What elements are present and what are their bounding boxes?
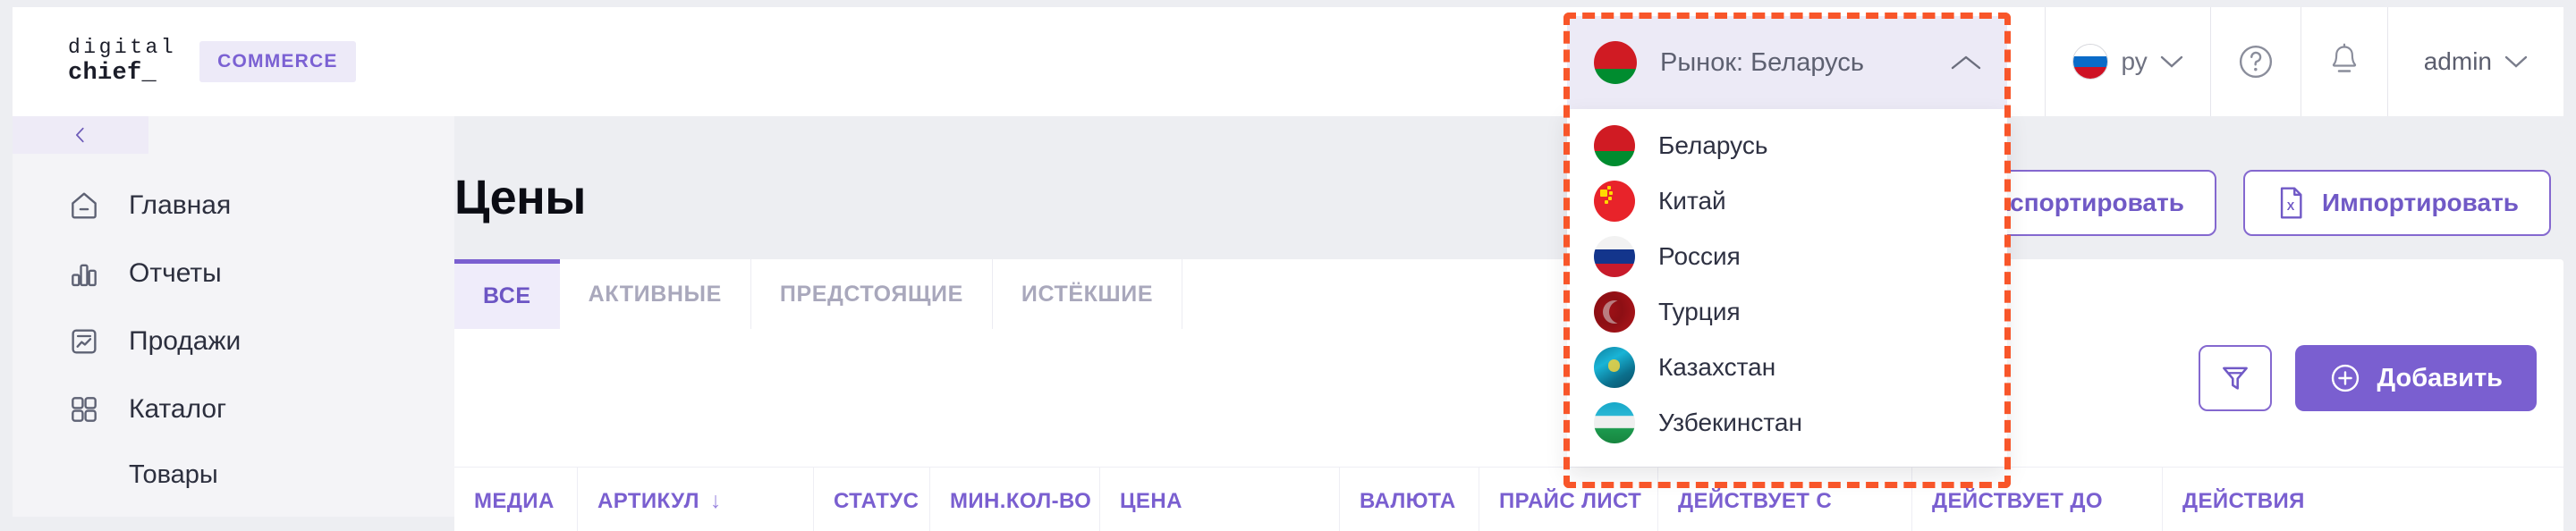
flag-russia-icon bbox=[2072, 44, 2109, 80]
application-window: digital chief_ COMMERCE ру admin Главная… bbox=[0, 0, 2576, 531]
flag-russia-icon bbox=[1594, 236, 1635, 277]
sidebar-item-label: Продажи bbox=[129, 326, 242, 356]
market-option-label: Турция bbox=[1658, 298, 1741, 325]
market-option-label: Узбекинстан bbox=[1658, 409, 1802, 436]
bar-chart-icon bbox=[66, 256, 102, 291]
column-header-price[interactable]: ЦЕНА bbox=[1100, 468, 1340, 531]
header-right-controls: ру admin bbox=[2045, 7, 2563, 116]
column-header-actions[interactable]: ДЕЙСТВИЯ bbox=[2163, 468, 2325, 531]
column-header-min-qty[interactable]: МИН.КОЛ-ВО bbox=[930, 468, 1100, 531]
brand-area[interactable]: digital chief_ COMMERCE bbox=[13, 36, 356, 88]
sidebar-item-reports[interactable]: Отчеты bbox=[13, 240, 454, 308]
chevron-left-icon bbox=[76, 127, 84, 143]
table-header-row: МЕДИА АРТИКУЛ ↓ СТАТУС МИН.КОЛ-ВО ЦЕНА ВА… bbox=[454, 467, 2563, 531]
tab-upcoming[interactable]: ПРЕДСТОЯЩИЕ bbox=[750, 259, 993, 329]
sidebar-item-sales[interactable]: Продажи bbox=[13, 308, 454, 375]
market-option-turkey[interactable]: Турция bbox=[1567, 284, 2007, 340]
market-option-uzbekistan[interactable]: Узбекинстан bbox=[1567, 395, 2007, 451]
market-option-label: Китай bbox=[1658, 187, 1726, 215]
logo: digital chief_ bbox=[68, 36, 176, 88]
help-circle-icon bbox=[2239, 45, 2272, 79]
market-option-belarus[interactable]: Беларусь bbox=[1567, 118, 2007, 173]
sidebar: Главная Отчеты Продажи Каталог Товары bbox=[13, 116, 454, 517]
main-content: Цены Экспортировать X Импортировать ВСЕ … bbox=[454, 116, 2563, 531]
help-button[interactable] bbox=[2209, 7, 2301, 116]
market-option-label: Беларусь bbox=[1658, 131, 1768, 159]
sidebar-collapse-button[interactable] bbox=[13, 116, 148, 154]
svg-text:X: X bbox=[2287, 199, 2295, 213]
chevron-up-icon bbox=[1950, 53, 1982, 72]
chevron-down-icon bbox=[2160, 55, 2182, 68]
file-excel-icon: X bbox=[2280, 187, 2302, 219]
language-label: ру bbox=[2121, 47, 2148, 75]
logo-line-2: chief_ bbox=[68, 59, 157, 87]
column-header-media[interactable]: МЕДИА bbox=[454, 468, 578, 531]
notifications-button[interactable] bbox=[2300, 7, 2387, 116]
column-header-article[interactable]: АРТИКУЛ ↓ bbox=[578, 468, 814, 531]
market-selector-label: Рынок: Беларусь bbox=[1660, 47, 1864, 77]
prices-card: ВСЕ АКТИВНЫЕ ПРЕДСТОЯЩИЕ ИСТЁКШИЕ Добави… bbox=[454, 259, 2563, 531]
tab-active[interactable]: АКТИВНЫЕ bbox=[559, 259, 751, 329]
flag-china-icon bbox=[1594, 181, 1635, 222]
market-option-label: Казахстан bbox=[1658, 353, 1776, 381]
import-button-label: Импортировать bbox=[2321, 189, 2519, 216]
market-dropdown-menu: Беларусь Китай Россия Турция Казахстан У… bbox=[1567, 109, 2007, 467]
sidebar-item-home[interactable]: Главная bbox=[13, 172, 454, 240]
sidebar-item-label: Главная bbox=[129, 190, 232, 220]
market-option-kazakhstan[interactable]: Казахстан bbox=[1567, 340, 2007, 395]
sidebar-nav: Главная Отчеты Продажи Каталог Товары bbox=[13, 172, 454, 506]
sidebar-item-label: Каталог bbox=[129, 394, 227, 424]
commerce-badge: COMMERCE bbox=[199, 40, 356, 82]
import-button[interactable]: X Импортировать bbox=[2242, 170, 2551, 236]
flag-turkey-icon bbox=[1594, 291, 1635, 333]
column-header-currency[interactable]: ВАЛЮТА bbox=[1340, 468, 1479, 531]
user-name: admin bbox=[2423, 47, 2492, 75]
market-selector: Рынок: Беларусь Беларусь Китай Россия Ту… bbox=[1567, 16, 2007, 467]
table-toolbar: Добавить bbox=[2198, 345, 2537, 411]
logo-line-1: digital bbox=[68, 36, 177, 59]
sidebar-subitem-label: Товары bbox=[129, 459, 218, 489]
market-option-china[interactable]: Китай bbox=[1567, 173, 2007, 229]
column-header-status[interactable]: СТАТУС bbox=[814, 468, 930, 531]
flag-uzbekistan-icon bbox=[1594, 402, 1635, 443]
column-header-valid-to[interactable]: ДЕЙСТВУЕТ ДО bbox=[1912, 468, 2163, 531]
tab-all[interactable]: ВСЕ bbox=[454, 259, 560, 329]
filter-button[interactable] bbox=[2198, 345, 2272, 411]
flag-kazakhstan-icon bbox=[1594, 347, 1635, 388]
bell-icon bbox=[2332, 43, 2356, 72]
home-icon bbox=[66, 188, 102, 223]
flag-belarus-icon bbox=[1594, 41, 1637, 84]
column-header-price-list[interactable]: ПРАЙС ЛИСТ bbox=[1479, 468, 1658, 531]
sales-document-icon bbox=[66, 324, 102, 359]
page-title: Цены bbox=[454, 171, 586, 224]
filter-funnel-icon bbox=[2222, 367, 2248, 390]
column-header-valid-from[interactable]: ДЕЙСТВУЕТ С bbox=[1658, 468, 1912, 531]
user-menu[interactable]: admin bbox=[2386, 7, 2563, 116]
sidebar-item-label: Отчеты bbox=[129, 258, 222, 288]
filter-tabs: ВСЕ АКТИВНЫЕ ПРЕДСТОЯЩИЕ ИСТЁКШИЕ bbox=[454, 259, 2563, 329]
sidebar-subitem-products[interactable]: Товары bbox=[13, 443, 454, 506]
sort-arrow-icon: ↓ bbox=[709, 488, 722, 513]
plus-circle-icon bbox=[2331, 364, 2359, 392]
flag-belarus-icon bbox=[1594, 125, 1635, 166]
top-header-bar: digital chief_ COMMERCE ру admin bbox=[13, 7, 2563, 116]
add-button-label: Добавить bbox=[2377, 363, 2503, 392]
sidebar-item-catalog[interactable]: Каталог bbox=[13, 375, 454, 443]
export-button-label: Экспортировать bbox=[1979, 189, 2184, 216]
tab-expired[interactable]: ИСТЁКШИЕ bbox=[992, 259, 1183, 329]
add-button[interactable]: Добавить bbox=[2294, 345, 2537, 411]
language-switcher[interactable]: ру bbox=[2045, 7, 2209, 116]
market-selector-button[interactable]: Рынок: Беларусь bbox=[1567, 16, 2007, 109]
market-option-russia[interactable]: Россия bbox=[1567, 229, 2007, 284]
grid-squares-icon bbox=[66, 392, 102, 427]
market-option-label: Россия bbox=[1658, 242, 1741, 270]
chevron-down-icon bbox=[2504, 55, 2528, 68]
